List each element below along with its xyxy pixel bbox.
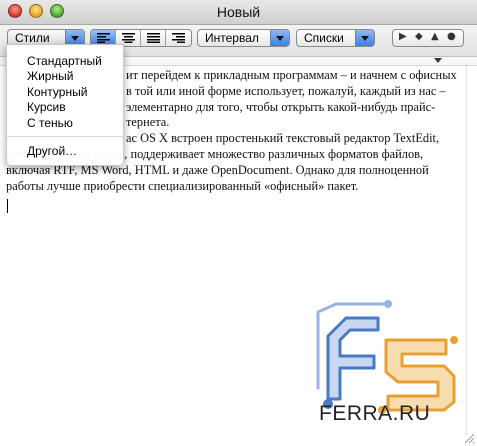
styles-popup-label: Стили [15,31,50,45]
resize-grip-icon[interactable] [463,432,475,444]
tab-left-icon[interactable]: ● [447,31,456,42]
align-right-icon [172,33,185,43]
title-bar[interactable]: Новый [0,0,477,25]
scroll-edge [466,66,467,436]
menu-item-other[interactable]: Другой… [27,144,77,159]
textedit-window: Новый Стили Интервал Списки ▶ ◆ ▲ ● ит п… [0,0,477,446]
chevron-down-icon [270,30,289,46]
menu-item-bold[interactable]: Жирный [27,69,73,84]
tab-center-icon[interactable]: ▲ [431,31,439,42]
menu-item-italic[interactable]: Курсив [27,100,66,115]
text-caret [7,199,8,213]
align-justify-icon [147,33,160,43]
menu-item-shadow[interactable]: С тенью [27,116,73,131]
text-line: работы лучше приобрести специализированн… [6,178,359,193]
lists-popup-label: Списки [304,31,344,45]
window-title: Новый [216,4,261,20]
tab-stops-control[interactable]: ▶ ◆ ▲ ● [392,29,464,47]
chevron-down-icon [355,30,374,46]
tab-decimal-icon[interactable]: ◆ [415,31,423,42]
align-center-icon [122,33,135,43]
lists-popup[interactable]: Списки [296,29,375,47]
interval-popup[interactable]: Интервал [197,29,290,47]
menu-item-standard[interactable]: Стандартный [27,54,102,69]
interval-popup-label: Интервал [205,31,259,45]
tab-right-icon[interactable]: ▶ [399,31,407,42]
right-margin-marker-icon[interactable] [434,58,442,63]
align-justify-button[interactable] [141,30,166,46]
align-right-button[interactable] [166,30,191,46]
align-left-icon [97,33,110,43]
ferra-logo-text: FERRA.RU [319,402,431,425]
menu-separator [7,136,123,137]
menu-item-outline[interactable]: Контурный [27,85,87,100]
styles-menu: Стандартный Жирный Контурный Курсив С те… [6,44,124,166]
